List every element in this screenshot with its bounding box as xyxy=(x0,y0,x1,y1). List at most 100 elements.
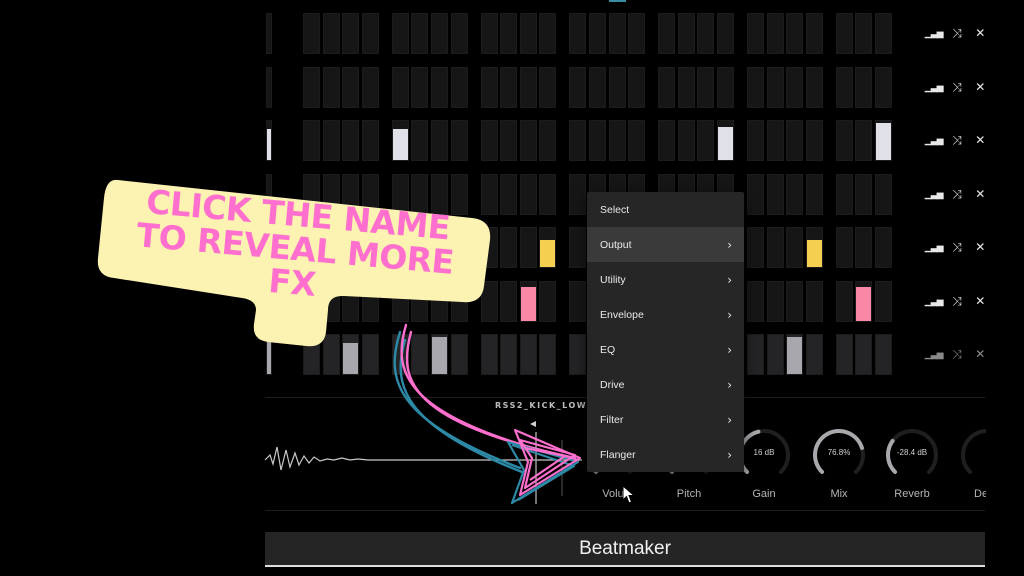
menu-item-drive[interactable]: Drive › xyxy=(587,367,744,402)
shuffle-icon[interactable]: ⤨ xyxy=(945,77,968,97)
step-cell[interactable] xyxy=(569,173,587,215)
close-icon[interactable]: ✕ xyxy=(969,77,992,97)
close-icon[interactable]: ✕ xyxy=(969,237,992,257)
step-cell[interactable] xyxy=(608,13,626,54)
step-cell[interactable] xyxy=(569,227,587,268)
step-cell[interactable] xyxy=(677,13,695,54)
step-cell[interactable] xyxy=(519,334,537,375)
step-cell[interactable] xyxy=(786,120,804,161)
step-cell[interactable] xyxy=(875,66,892,108)
shuffle-icon[interactable]: ⤨ xyxy=(945,291,968,311)
step-cell[interactable] xyxy=(589,66,606,108)
step-cell[interactable] xyxy=(855,280,873,322)
step-cell[interactable] xyxy=(411,66,429,108)
step-cell[interactable] xyxy=(519,173,537,215)
step-cell[interactable] xyxy=(539,280,557,322)
step-cell[interactable] xyxy=(717,13,734,54)
step-cell[interactable] xyxy=(500,120,518,161)
step-cell[interactable] xyxy=(303,13,320,54)
step-cell[interactable] xyxy=(322,120,340,161)
step-cell[interactable] xyxy=(539,13,557,54)
step-cell[interactable] xyxy=(569,280,587,322)
step-cell[interactable] xyxy=(677,66,695,108)
close-icon[interactable]: ✕ xyxy=(969,344,992,364)
step-cell[interactable] xyxy=(855,334,873,375)
step-cell[interactable] xyxy=(697,66,715,108)
step-cell[interactable] xyxy=(855,120,873,161)
step-cell[interactable] xyxy=(658,120,676,161)
shuffle-icon[interactable]: ⤨ xyxy=(945,23,968,43)
step-cell[interactable] xyxy=(569,334,587,375)
step-cell[interactable] xyxy=(361,66,379,108)
step-cell[interactable] xyxy=(697,120,715,161)
step-cell[interactable] xyxy=(875,13,892,54)
step-cell[interactable] xyxy=(391,66,409,108)
step-cell[interactable] xyxy=(717,120,734,161)
step-cell[interactable] xyxy=(835,120,853,161)
step-cell[interactable] xyxy=(855,13,873,54)
step-cell[interactable] xyxy=(569,13,587,54)
step-cell[interactable] xyxy=(539,120,557,161)
step-cell[interactable] xyxy=(855,66,873,108)
menu-item-flanger[interactable]: Flanger › xyxy=(587,437,744,472)
step-cell[interactable] xyxy=(361,13,379,54)
step-cell[interactable] xyxy=(835,334,853,375)
step-cell[interactable] xyxy=(805,280,823,322)
step-cell[interactable] xyxy=(500,227,518,268)
step-cell[interactable] xyxy=(500,280,518,322)
step-cell[interactable] xyxy=(747,334,764,375)
beatmaker-tab[interactable]: Beatmaker xyxy=(265,532,985,567)
shuffle-icon[interactable]: ⤨ xyxy=(945,184,968,204)
step-cell[interactable] xyxy=(391,13,409,54)
step-cell[interactable] xyxy=(855,227,873,268)
step-cell[interactable] xyxy=(608,66,626,108)
step-cell[interactable] xyxy=(628,66,646,108)
step-cell[interactable] xyxy=(835,66,853,108)
step-cell[interactable] xyxy=(342,120,360,161)
step-cell[interactable] xyxy=(431,13,448,54)
step-cell[interactable] xyxy=(805,13,823,54)
step-cell[interactable] xyxy=(786,334,804,375)
step-cell[interactable] xyxy=(539,173,557,215)
step-cell[interactable] xyxy=(391,120,409,161)
step-cell[interactable] xyxy=(835,280,853,322)
step-cell[interactable] xyxy=(411,13,429,54)
step-cell[interactable] xyxy=(875,173,892,215)
step-cell[interactable] xyxy=(431,66,448,108)
menu-item-output[interactable]: Output › xyxy=(587,227,744,262)
step-cell[interactable] xyxy=(786,66,804,108)
step-cell[interactable] xyxy=(628,120,646,161)
step-cell[interactable] xyxy=(500,334,518,375)
step-cell[interactable] xyxy=(805,66,823,108)
step-cell[interactable] xyxy=(747,13,764,54)
step-cell[interactable] xyxy=(766,120,784,161)
menu-item-utility[interactable]: Utility › xyxy=(587,262,744,297)
step-cell[interactable] xyxy=(500,13,518,54)
close-icon[interactable]: ✕ xyxy=(969,23,992,43)
step-cell[interactable] xyxy=(786,227,804,268)
step-cell[interactable] xyxy=(628,13,646,54)
step-cell[interactable] xyxy=(697,13,715,54)
step-cell[interactable] xyxy=(747,280,764,322)
step-cell[interactable] xyxy=(519,227,537,268)
step-cell[interactable] xyxy=(589,120,606,161)
step-cell[interactable] xyxy=(539,66,557,108)
step-cell[interactable] xyxy=(539,227,557,268)
step-cell[interactable] xyxy=(658,13,676,54)
step-cell[interactable] xyxy=(539,334,557,375)
step-cell[interactable] xyxy=(786,280,804,322)
step-cell[interactable] xyxy=(450,13,468,54)
bars-icon[interactable]: ▁▃▅ xyxy=(922,291,945,311)
step-cell[interactable] xyxy=(766,13,784,54)
step-cell[interactable] xyxy=(303,66,320,108)
bars-icon[interactable]: ▁▃▅ xyxy=(922,23,945,43)
bars-icon[interactable]: ▁▃▅ xyxy=(922,77,945,97)
step-cell[interactable] xyxy=(875,227,892,268)
step-cell[interactable] xyxy=(519,280,537,322)
step-cell[interactable] xyxy=(766,173,784,215)
shuffle-icon[interactable]: ⤨ xyxy=(945,344,968,364)
step-cell[interactable] xyxy=(431,120,448,161)
step-cell[interactable] xyxy=(855,173,873,215)
step-cell[interactable] xyxy=(717,66,734,108)
close-icon[interactable]: ✕ xyxy=(969,130,992,150)
